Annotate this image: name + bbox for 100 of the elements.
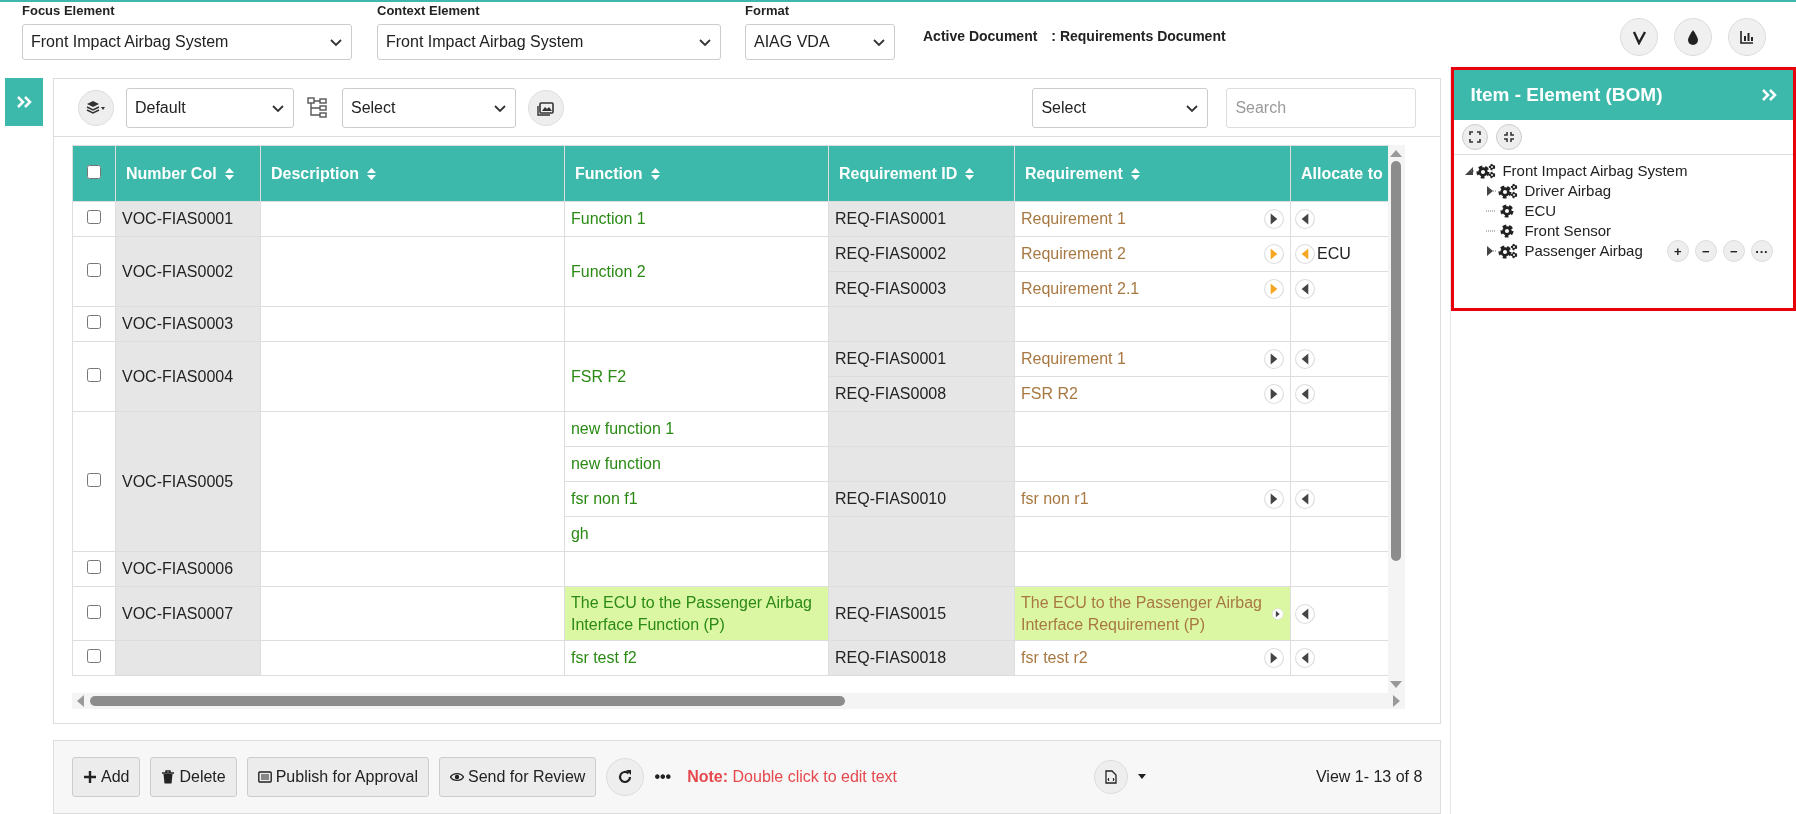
play-left-icon[interactable]: [1294, 384, 1315, 404]
tree-action-button[interactable]: −: [1694, 240, 1717, 262]
active-document-name: : Requirements Document: [1051, 27, 1226, 46]
row-checkbox[interactable]: [86, 604, 101, 619]
list-icon: [257, 770, 272, 784]
collapsed-triangle-icon[interactable]: [1486, 245, 1497, 257]
group-dropdown[interactable]: Select: [341, 87, 516, 128]
image-button[interactable]: [527, 89, 564, 126]
allocation-text: ECU: [1316, 244, 1351, 264]
table-cell: REQ-FIAS0010: [828, 481, 1015, 517]
note-text: Note: Double click to edit text: [687, 767, 898, 787]
chevron-down-icon: [329, 36, 343, 48]
expand-all-button[interactable]: [1462, 124, 1489, 150]
play-left-icon[interactable]: [1294, 648, 1315, 668]
requirement-text: Requirement 1: [1020, 349, 1126, 369]
row-checkbox[interactable]: [86, 262, 101, 277]
table-cell: REQ-FIAS0001: [828, 341, 1015, 377]
play-right-icon[interactable]: [1263, 384, 1284, 404]
focus-element-dropdown[interactable]: Front Impact Airbag System: [22, 24, 352, 60]
collapse-all-button[interactable]: [1496, 124, 1523, 150]
panel-title: Item - Element (BOM): [1470, 82, 1663, 107]
more-button[interactable]: •••: [654, 765, 672, 789]
tree-action-button[interactable]: −: [1722, 240, 1745, 262]
table-cell: REQ-FIAS0002: [828, 236, 1015, 272]
function-cell: The ECU to the Passenger Airbag Interface Function (P): [564, 586, 829, 641]
table-cell: REQ-FIAS0008: [828, 376, 1015, 412]
requirement-text: Requirement 2: [1020, 244, 1126, 264]
play-right-icon[interactable]: [1263, 349, 1284, 369]
requirement-text: fsr test r2: [1020, 648, 1088, 668]
toolbar-button[interactable]: [1674, 18, 1712, 56]
function-cell: Function 1: [564, 201, 829, 237]
footer-button[interactable]: Add: [71, 757, 141, 797]
row-checkbox[interactable]: [86, 472, 101, 487]
scroll-left-arrow-icon[interactable]: [75, 695, 84, 707]
row-checkbox[interactable]: [86, 210, 101, 224]
refresh-icon: [617, 769, 634, 785]
active-document-label: Active Document: [923, 27, 1038, 46]
layers-button[interactable]: [77, 89, 114, 126]
filter-dropdown[interactable]: Select: [1032, 87, 1209, 128]
footer-button[interactable]: Send for Review: [439, 757, 597, 797]
drop-icon: [1685, 29, 1701, 45]
file-icon: [1104, 770, 1117, 784]
tree-action-button[interactable]: +: [1666, 240, 1689, 262]
field-label: Context Element: [377, 2, 481, 20]
format-dropdown[interactable]: AIAG VDA: [745, 24, 895, 60]
trash-icon: [161, 770, 176, 784]
row-checkbox[interactable]: [86, 649, 101, 663]
footer-button[interactable]: Delete: [150, 757, 237, 797]
collapsed-triangle-icon[interactable]: [1486, 185, 1497, 197]
table-cell: REQ-FIAS0015: [828, 586, 1015, 641]
scroll-right-arrow-icon[interactable]: [1392, 695, 1401, 707]
play-left-icon[interactable]: [1294, 489, 1315, 509]
search-field[interactable]: Search: [1226, 87, 1417, 128]
context-element-dropdown[interactable]: Front Impact Airbag System: [377, 24, 721, 60]
scroll-down-arrow-icon[interactable]: [1390, 681, 1403, 689]
table-cell: REQ-FIAS0001: [828, 201, 1015, 237]
bar-chart-icon: [1739, 29, 1755, 45]
play-right-icon[interactable]: [1263, 648, 1284, 668]
footer-button[interactable]: Publish for Approval: [246, 757, 429, 797]
toolbar-button[interactable]: [1620, 18, 1658, 56]
row-checkbox[interactable]: [86, 367, 101, 382]
tree-action-button[interactable]: ···: [1750, 240, 1773, 262]
function-cell: Function 2: [564, 236, 829, 307]
table-cell: VOC-FIAS0001: [115, 201, 261, 237]
function-cell: FSR F2: [564, 341, 829, 412]
play-right-icon[interactable]: [1263, 209, 1284, 229]
play-right-icon[interactable]: [1263, 489, 1284, 509]
horizontal-scrollbar[interactable]: [71, 693, 1405, 709]
view-dropdown[interactable]: Default: [125, 87, 294, 128]
table-cell: REQ-FIAS0018: [828, 640, 1015, 676]
hierarchy-icon[interactable]: [305, 95, 330, 120]
field-label: Focus Element: [22, 2, 116, 20]
layers-icon: [85, 99, 106, 116]
play-left-icon[interactable]: [1294, 349, 1315, 369]
table-cell: VOC-FIAS0004: [115, 341, 261, 412]
function-cell: fsr test f2: [564, 640, 829, 676]
caret-icon[interactable]: [1137, 774, 1146, 780]
row-checkbox[interactable]: [86, 560, 101, 574]
table-cell: VOC-FIAS0005: [115, 411, 261, 552]
select-all-checkbox[interactable]: [86, 164, 101, 179]
play-left-icon[interactable]: [1294, 603, 1315, 624]
export-button[interactable]: [1093, 760, 1128, 794]
function-cell: gh: [564, 516, 829, 552]
play-left-icon[interactable]: [1294, 279, 1315, 299]
requirement-text: FSR R2: [1020, 384, 1078, 404]
toolbar-button[interactable]: [1728, 18, 1766, 56]
image-icon: [535, 99, 556, 116]
scroll-up-arrow-icon[interactable]: [1390, 149, 1403, 157]
refresh-button[interactable]: [606, 758, 645, 796]
play-left-icon[interactable]: [1294, 209, 1315, 229]
table-cell: VOC-FIAS0002: [115, 236, 261, 307]
table-cell: VOC-FIAS0007: [115, 586, 261, 641]
requirement-text: Requirement 1: [1020, 209, 1126, 229]
pager-text: View 1- 13 of 8: [1315, 767, 1423, 787]
row-checkbox[interactable]: [86, 315, 101, 329]
chevron-down-icon: [698, 36, 712, 48]
plus-icon: [82, 770, 97, 784]
function-cell: new function 1: [564, 411, 829, 447]
expanded-triangle-icon[interactable]: [1464, 165, 1475, 177]
table-cell: REQ-FIAS0003: [828, 271, 1015, 307]
